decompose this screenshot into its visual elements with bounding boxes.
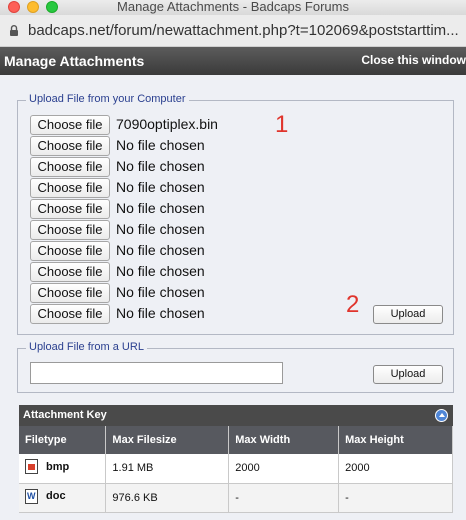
max-height-cell: 2000 [338, 454, 453, 484]
filetype-cell: bmp [19, 454, 107, 484]
close-window-link[interactable]: Close this window [361, 53, 466, 67]
window-maximize-icon[interactable] [46, 1, 58, 13]
annotation-number-2: 2 [346, 291, 360, 318]
file-name: No file chosen [116, 158, 205, 174]
url-upload-button[interactable]: Upload [373, 365, 443, 384]
max-width-cell: - [228, 483, 340, 513]
upload-url-legend: Upload File from a URL [26, 341, 147, 353]
window-titlebar: Manage Attachments - Badcaps Forums [0, 0, 466, 15]
max-filesize-cell: 1.91 MB [105, 454, 230, 484]
column-header: Max Filesize [105, 426, 230, 454]
choose-file-button[interactable]: Choose file [30, 136, 110, 156]
bmp-file-icon [25, 459, 38, 475]
choose-file-button[interactable]: Choose file [30, 157, 110, 177]
address-bar[interactable]: badcaps.net/forum/newattachment.php?t=10… [0, 15, 466, 47]
upload-computer-legend: Upload File from your Computer [26, 93, 189, 105]
choose-file-button[interactable]: Choose file [30, 304, 110, 324]
filetype-label: doc [46, 490, 66, 502]
url-text: badcaps.net/forum/newattachment.php?t=10… [28, 22, 459, 39]
file-name: No file chosen [116, 284, 205, 300]
annotation-number-1: 1 [275, 111, 289, 138]
filetype-label: bmp [46, 460, 70, 473]
upload-url-fieldset: Upload File from a URL Upload [17, 341, 454, 393]
upload-computer-fieldset: Upload File from your Computer Choose fi… [17, 93, 454, 335]
file-name: No file chosen [116, 179, 205, 195]
table-row: bmp 1.91 MB 2000 2000 [19, 454, 453, 484]
attachment-key-table: Filetype Max Filesize Max Width Max Heig… [19, 426, 453, 513]
window-close-icon[interactable] [8, 1, 20, 13]
file-name: No file chosen [116, 263, 205, 279]
column-header: Max Width [228, 426, 340, 454]
collapse-icon[interactable] [435, 409, 448, 422]
file-name: No file chosen [116, 305, 205, 321]
file-name: No file chosen [116, 137, 205, 153]
page-header: Manage Attachments Close this window [0, 47, 466, 75]
choose-file-button[interactable]: Choose file [30, 199, 110, 219]
lock-icon [10, 25, 18, 36]
url-input[interactable] [30, 362, 283, 384]
page-title: Manage Attachments [4, 53, 145, 69]
choose-file-button[interactable]: Choose file [30, 241, 110, 261]
max-height-cell: - [338, 483, 453, 513]
filetype-cell: doc [19, 483, 107, 513]
file-name: 7090optiplex.bin [116, 116, 218, 132]
attachment-key-header: Attachment Key [19, 405, 453, 426]
max-filesize-cell: 976.6 KB [105, 483, 230, 513]
choose-file-button[interactable]: Choose file [30, 262, 110, 282]
file-name: No file chosen [116, 221, 205, 237]
window-minimize-icon[interactable] [27, 1, 39, 13]
doc-file-icon [25, 488, 38, 504]
column-header: Max Height [338, 426, 453, 454]
table-header-row: Filetype Max Filesize Max Width Max Heig… [19, 426, 453, 454]
file-name: No file chosen [116, 242, 205, 258]
choose-file-button[interactable]: Choose file [30, 115, 110, 135]
table-row: doc 976.6 KB - - [19, 483, 453, 513]
choose-file-button[interactable]: Choose file [30, 178, 110, 198]
choose-file-button[interactable]: Choose file [30, 220, 110, 240]
max-width-cell: 2000 [228, 454, 340, 484]
attachment-key-title: Attachment Key [23, 409, 107, 421]
file-name: No file chosen [116, 200, 205, 216]
choose-file-button[interactable]: Choose file [30, 283, 110, 303]
upload-button[interactable]: Upload [373, 305, 443, 324]
column-header: Filetype [19, 426, 107, 454]
window-title: Manage Attachments - Badcaps Forums [117, 0, 349, 14]
content-panel: Upload File from your Computer Choose fi… [0, 75, 466, 520]
